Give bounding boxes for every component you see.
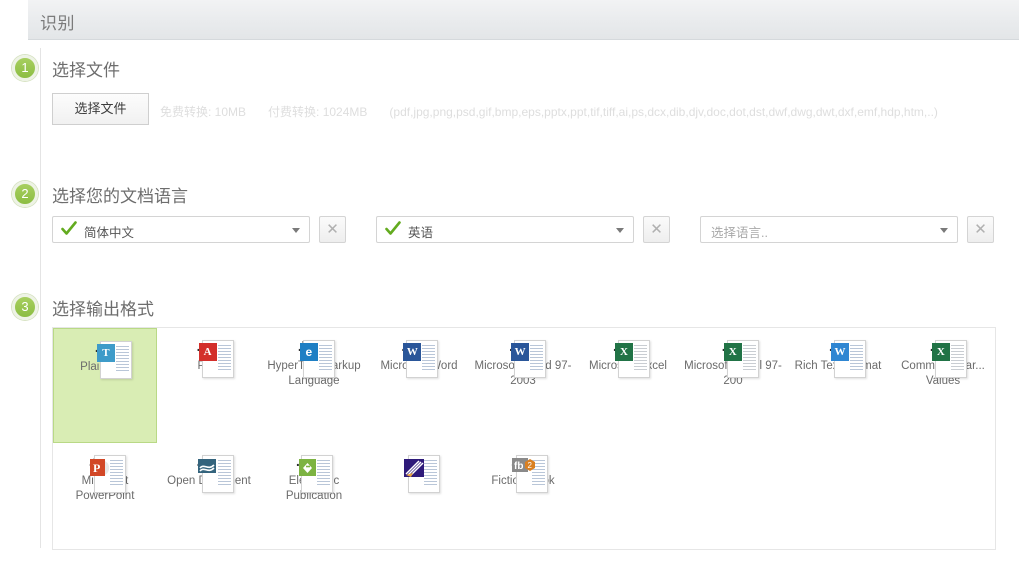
language-select-3[interactable]: 选择语言.. (700, 216, 958, 243)
header-left-cap (0, 0, 28, 40)
document-lines (530, 345, 543, 375)
hint-supported-formats: (pdf,jpg,png,psd,gif,bmp,eps,pptx,ppt,ti… (389, 105, 938, 119)
rtf-icon-glyph: W (831, 343, 849, 361)
format-tile-html[interactable]: e.htmlHyperText Markup Language (262, 328, 366, 389)
pdf-glyph: A (199, 343, 217, 361)
clear-language-1-button[interactable]: ✕ (319, 216, 346, 243)
hint-paid-size: 付费转换: 1024MB (268, 105, 367, 119)
fb2-glyph: fb 2 (512, 457, 536, 479)
step-rail (40, 48, 41, 548)
format-tile-pdf[interactable]: A.pdfPDF (157, 328, 261, 374)
language-select-2[interactable]: 英语 (376, 216, 634, 243)
upload-hint: 免费转换: 10MB 付费转换: 1024MB (pdf,jpg,png,psd,g… (160, 103, 938, 120)
svg-text:fb: fb (514, 461, 523, 472)
document-lines (422, 345, 435, 375)
step-1-badge: 1 (12, 55, 38, 81)
format-tile-xls[interactable]: X.xlsMicrosoft Excel 97-200 (681, 328, 785, 389)
output-format-panel: T.txtPlain TextA.pdfPDFe.htmlHyperText M… (52, 327, 996, 550)
document-lines (116, 346, 129, 376)
language-select-1-value: 简体中文 (84, 222, 134, 241)
conversion-page: 识别 1 选择文件 选择文件 免费转换: 10MB 付费转换: 1024MB (pd… (0, 0, 1019, 582)
clear-language-2-button[interactable]: ✕ (643, 216, 670, 243)
format-tile-djvu[interactable]: .djvuDjvu (367, 443, 471, 489)
html-icon-glyph: e (300, 343, 318, 361)
step-3-title: 选择输出格式 (52, 295, 154, 320)
step-2-title: 选择您的文档语言 (52, 182, 188, 207)
step-2-badge: 2 (12, 181, 38, 207)
document-lines (951, 345, 964, 375)
chevron-down-icon (940, 228, 948, 233)
document-lines (743, 345, 756, 375)
step-3-badge: 3 (12, 294, 38, 320)
excel-icon-glyph: X (724, 343, 742, 361)
language-select-2-value: 英语 (408, 222, 433, 241)
word-icon-glyph: W (511, 343, 529, 361)
format-tile-xlsx[interactable]: X.xlsxMicrosoft Excel (576, 328, 680, 374)
txt-icon-glyph: T (97, 344, 115, 362)
ppt-glyph: P (90, 457, 114, 479)
page-title: 识别 (40, 9, 75, 34)
chevron-down-icon (292, 228, 300, 233)
clear-language-3-button[interactable]: ✕ (967, 216, 994, 243)
document-lines (850, 345, 863, 375)
odt-glyph (198, 457, 222, 479)
format-tile-doc[interactable]: W.docMicrosoft Word 97-2003 (471, 328, 575, 389)
format-tile-rtf[interactable]: W.rtfRich Text Format (786, 328, 890, 374)
document-lines (218, 345, 231, 375)
csv-icon-glyph: X (932, 343, 950, 361)
format-tile-csv[interactable]: X.csvComma-Separ... Values (891, 328, 995, 389)
format-tile-epub[interactable]: .epubElectronic Publication (262, 443, 366, 504)
page-header: 识别 (0, 0, 1019, 40)
format-tile-odt[interactable]: .odtOpen Document (157, 443, 261, 489)
choose-file-button[interactable]: 选择文件 (52, 93, 149, 125)
language-select-3-value: 选择语言.. (711, 222, 768, 241)
step-1-title: 选择文件 (52, 56, 120, 81)
epub-glyph (297, 457, 321, 479)
word-icon-glyph: W (403, 343, 421, 361)
check-icon (61, 220, 77, 238)
document-lines (634, 345, 647, 375)
svg-text:P: P (93, 461, 100, 475)
format-tile-fb2[interactable]: fb2.fb2Fiction Book (471, 443, 575, 489)
hint-free-size: 免费转换: 10MB (160, 105, 246, 119)
excel-icon-glyph: X (615, 343, 633, 361)
djvu-glyph (404, 457, 428, 479)
document-lines (319, 345, 332, 375)
check-icon (385, 220, 401, 238)
language-select-1[interactable]: 简体中文 (52, 216, 310, 243)
format-tile-txt[interactable]: T.txtPlain Text (53, 328, 157, 443)
chevron-down-icon (616, 228, 624, 233)
format-tile-docx[interactable]: W.docxMicrosoft Word (367, 328, 471, 374)
svg-text:2: 2 (527, 461, 532, 470)
format-tile-pptx[interactable]: P.pptxMicrosoft PowerPoint (53, 443, 157, 504)
